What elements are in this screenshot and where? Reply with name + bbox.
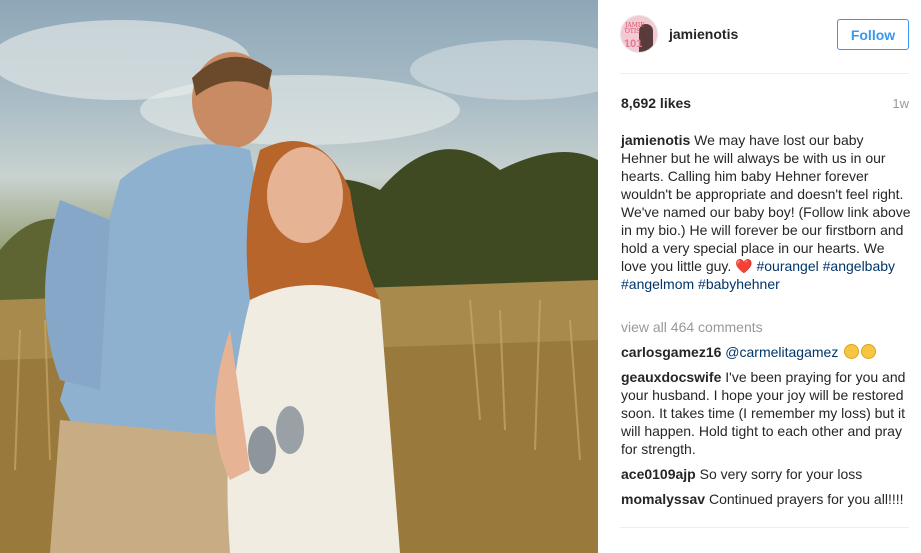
comment-username[interactable]: ace0109ajp — [621, 466, 696, 482]
avatar-text: JAMIE OTIS — [625, 22, 645, 35]
comment-username[interactable]: geauxdocswife — [621, 369, 721, 385]
header-divider — [620, 73, 909, 74]
avatar[interactable]: JAMIE OTIS 101 — [620, 15, 658, 53]
comment-mention[interactable]: @carmelitagamez — [725, 344, 838, 360]
post-age[interactable]: 1w — [892, 96, 909, 111]
comment-username[interactable]: carlosgamez16 — [621, 344, 721, 360]
crying-face-icon — [861, 344, 877, 359]
hashtag-ourangel[interactable]: #ourangel — [756, 258, 818, 274]
follow-button[interactable]: Follow — [837, 19, 909, 50]
caption-username[interactable]: jamienotis — [621, 132, 690, 148]
post-header: JAMIE OTIS 101 jamienotis Follow — [598, 0, 921, 74]
header-username[interactable]: jamienotis — [669, 26, 738, 42]
comments-list: carlosgamez16 @carmelitagamez geauxdocsw… — [621, 343, 911, 515]
comment-item: carlosgamez16 @carmelitagamez — [621, 343, 911, 361]
hashtag-babyhehner[interactable]: #babyhehner — [698, 276, 780, 292]
post-caption: jamienotis We may have lost our baby Heh… — [621, 131, 911, 293]
post-details-panel: JAMIE OTIS 101 jamienotis Follow 8,692 l… — [598, 0, 921, 553]
crying-face-icon — [844, 344, 860, 359]
avatar-number: 101 — [624, 38, 643, 50]
comment-item: momalyssav Continued prayers for you all… — [621, 490, 911, 508]
comment-text: So very sorry for your loss — [699, 466, 863, 482]
comment-text: Continued prayers for you all!!!! — [708, 491, 904, 507]
post-photo — [0, 0, 598, 553]
heart-icon: ❤️ — [735, 258, 753, 274]
caption-text: We may have lost our baby Hehner but he … — [621, 132, 911, 274]
comment-item: ace0109ajp So very sorry for your loss — [621, 465, 911, 483]
photo-illustration — [0, 20, 598, 553]
comment-username[interactable]: momalyssav — [621, 491, 705, 507]
hashtag-angelbaby[interactable]: #angelbaby — [823, 258, 895, 274]
hashtag-angelmom[interactable]: #angelmom — [621, 276, 694, 292]
comment-item: geauxdocswife I've been praying for you … — [621, 368, 911, 458]
likes-count[interactable]: 8,692 likes — [621, 95, 691, 111]
comments-divider — [620, 527, 909, 528]
view-all-comments-link[interactable]: view all 464 comments — [621, 319, 763, 335]
